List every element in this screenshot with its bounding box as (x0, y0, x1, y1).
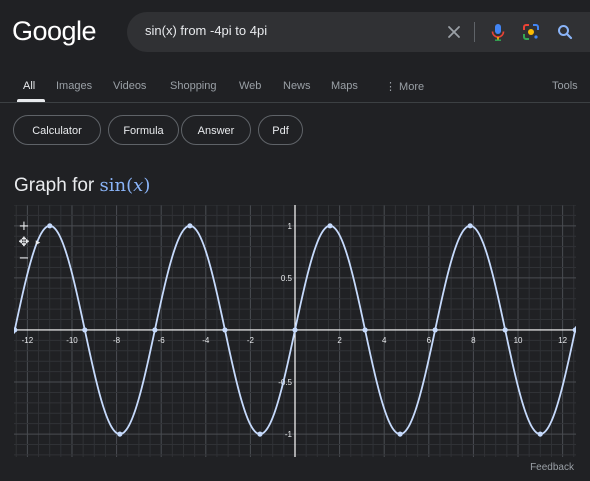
x-tick-label: 8 (471, 336, 476, 345)
feedback-link[interactable]: Feedback (530, 462, 574, 473)
tab-shopping[interactable]: Shopping (170, 80, 217, 92)
lens-icon[interactable] (520, 21, 542, 43)
data-point (327, 223, 333, 229)
x-tick-label: 12 (558, 336, 567, 345)
data-point (432, 327, 438, 333)
data-point (292, 327, 298, 333)
func-name: sin (99, 175, 127, 196)
graph-title-prefix: Graph for (14, 175, 95, 196)
tab-videos[interactable]: Videos (113, 80, 146, 92)
data-point (47, 223, 53, 229)
pan-icon[interactable]: ✥ (17, 236, 31, 250)
x-tick-label: -12 (22, 336, 34, 345)
data-point (187, 223, 193, 229)
chip-answer[interactable]: Answer (181, 115, 251, 145)
data-point (397, 431, 403, 437)
func-variable: x (133, 175, 144, 196)
graph-title: Graph for sin(x) (14, 175, 150, 197)
x-tick-label: -2 (247, 336, 255, 345)
data-point (117, 431, 123, 437)
y-tick-label: 0.5 (281, 274, 293, 283)
function-graph[interactable]: -12 -10 -8 -6 -4 -2 2 4 6 8 10 12 1 0.5 -0.5 -1 (14, 205, 576, 457)
chip-formula[interactable]: Formula (108, 115, 179, 145)
tab-more[interactable]: ⋮ More (385, 80, 424, 93)
data-point (537, 431, 543, 437)
data-point (257, 431, 263, 437)
x-tick-label: -10 (66, 336, 78, 345)
x-tick-label: 2 (337, 336, 342, 345)
chip-calculator[interactable]: Calculator (13, 115, 101, 145)
search-bar[interactable]: sin(x) from -4pi to 4pi (127, 12, 590, 52)
chip-pdf[interactable]: Pdf (258, 115, 303, 145)
y-tick-label: 1 (288, 222, 293, 231)
data-point (362, 327, 368, 333)
tab-web[interactable]: Web (239, 80, 261, 92)
tab-maps[interactable]: Maps (331, 80, 358, 92)
func-close-paren: ) (143, 175, 151, 196)
microphone-icon[interactable] (487, 21, 509, 43)
tools-button[interactable]: Tools (552, 80, 578, 92)
close-icon[interactable] (443, 21, 465, 43)
data-point (222, 327, 228, 333)
x-tick-label: 6 (427, 336, 432, 345)
data-point (502, 327, 508, 333)
zoom-out-button[interactable]: − (17, 252, 31, 266)
tab-news[interactable]: News (283, 80, 311, 92)
data-point (572, 327, 576, 333)
google-logo[interactable]: Google (12, 16, 97, 47)
tab-all[interactable]: All (23, 80, 35, 92)
x-tick-label: -4 (202, 336, 210, 345)
pan-right-icon[interactable]: ▸ (31, 236, 45, 250)
x-tick-label: 10 (514, 336, 523, 345)
search-input[interactable]: sin(x) from -4pi to 4pi (145, 23, 267, 38)
x-tick-label: -8 (113, 336, 121, 345)
data-point (82, 327, 88, 333)
search-tabs: All Images Videos Shopping Web News Maps… (0, 70, 590, 103)
data-point (152, 327, 158, 333)
search-divider (474, 22, 475, 42)
data-point (467, 223, 473, 229)
y-tick-label: -0.5 (278, 378, 292, 387)
x-tick-label: 4 (382, 336, 387, 345)
tab-images[interactable]: Images (56, 80, 92, 92)
graph-title-function: sin(x) (100, 175, 151, 196)
data-point (14, 327, 18, 333)
search-icon[interactable] (554, 21, 576, 43)
graph-controls: + ✥ ▸ − (17, 220, 43, 270)
x-tick-label: -6 (158, 336, 166, 345)
zoom-in-button[interactable]: + (17, 220, 31, 234)
active-tab-indicator (17, 99, 45, 102)
y-tick-label: -1 (285, 430, 293, 439)
